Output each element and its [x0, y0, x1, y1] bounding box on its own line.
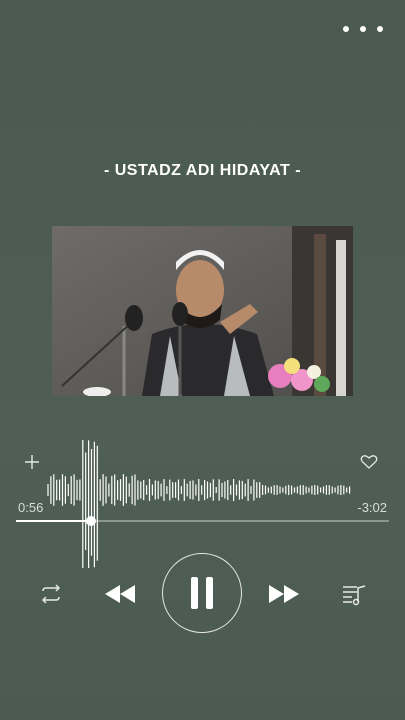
pause-icon	[187, 577, 217, 609]
track-title: - USTADZ ADI HIDAYAT -	[103, 162, 302, 179]
music-queue-icon	[343, 585, 366, 606]
remaining-time: -3:02	[357, 500, 387, 515]
more-options-button[interactable]	[343, 20, 383, 38]
fast-forward-icon	[269, 585, 299, 603]
queue-button[interactable]	[340, 580, 368, 608]
rewind-icon	[105, 585, 135, 603]
audio-waveform	[47, 440, 351, 568]
progress-knob[interactable]	[85, 516, 96, 526]
progress-slider[interactable]	[16, 516, 389, 526]
progress-fill	[16, 520, 91, 522]
rewind-button[interactable]	[102, 580, 138, 608]
more-dots-icon	[343, 26, 349, 32]
repeat-button[interactable]	[36, 582, 66, 606]
repeat-icon	[41, 584, 61, 604]
album-art-image	[52, 226, 353, 396]
pause-button[interactable]	[162, 553, 242, 633]
elapsed-time: 0:56	[18, 500, 44, 515]
fast-forward-button[interactable]	[266, 580, 302, 608]
